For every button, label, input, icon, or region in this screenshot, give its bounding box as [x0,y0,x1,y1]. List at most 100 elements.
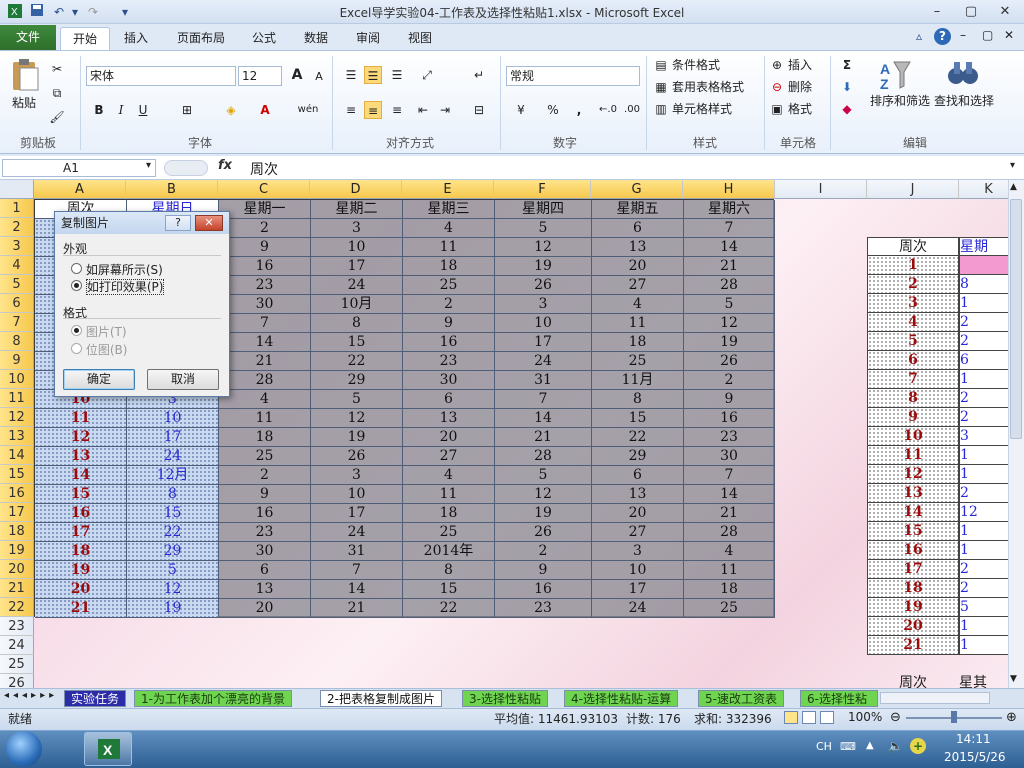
insert-cells-icon[interactable]: ⊕ [768,56,786,74]
conditional-format-icon[interactable]: ▤ [652,56,670,74]
currency-icon[interactable]: ¥ [512,101,530,119]
column-header-i[interactable]: I [775,180,867,199]
tab-page-layout[interactable]: 页面布局 [168,27,234,50]
name-box-dropdown-icon[interactable]: ▾ [146,160,151,171]
radio-as-printed[interactable]: 如打印效果(P) [71,278,165,295]
row-header-4[interactable]: 4 [0,256,34,275]
column-header-g[interactable]: G [591,180,683,199]
shrink-font-icon[interactable]: A [310,68,328,86]
column-header-j[interactable]: J [867,180,959,199]
column-header-k[interactable]: K [959,180,1008,199]
percent-button[interactable]: % [544,101,562,119]
cut-icon[interactable]: ✂ [48,60,66,78]
workbook-restore-icon[interactable]: ▢ [982,28,993,42]
align-top-icon[interactable]: ☰ [342,66,360,84]
align-right-icon[interactable]: ≡ [388,101,406,119]
fill-icon[interactable]: ⬇ [838,78,856,96]
tab-data[interactable]: 数据 [296,27,336,50]
row-header-19[interactable]: 19 [0,541,34,560]
format-cells-button[interactable]: 格式 [788,100,812,118]
row-header-11[interactable]: 11 [0,389,34,408]
paste-icon[interactable] [10,58,40,95]
tab-insert[interactable]: 插入 [116,27,156,50]
format-painter-icon[interactable]: 🖌 [48,108,66,126]
decrease-indent-icon[interactable]: ⇤ [414,101,432,119]
align-middle-icon[interactable]: ☰ [364,66,382,84]
row-header-6[interactable]: 6 [0,294,34,313]
delete-cells-button[interactable]: 删除 [788,78,812,96]
zoom-slider-thumb[interactable] [951,711,957,723]
radio-as-shown-on-screen[interactable]: 如屏幕所示(S) [71,261,163,278]
row-header-16[interactable]: 16 [0,484,34,503]
row-header-5[interactable]: 5 [0,275,34,294]
scroll-up-icon[interactable]: ▲ [1010,182,1017,192]
row-header-1[interactable]: 1 [0,199,34,218]
italic-button[interactable]: I [112,101,130,119]
sheet-tab[interactable]: 6-选择性粘 [800,690,878,707]
row-header-7[interactable]: 7 [0,313,34,332]
find-select-button[interactable]: 查找和选择 [934,92,994,110]
paste-button[interactable]: 粘贴 [12,94,36,112]
copy-icon[interactable]: ⧉ [48,84,66,102]
close-button[interactable]: ✕ [990,2,1020,22]
underline-button[interactable]: U [134,101,152,119]
row-header-21[interactable]: 21 [0,579,34,598]
ribbon-minimize-icon[interactable]: ▵ [916,29,922,43]
volume-icon[interactable]: 🔈 [888,739,903,753]
row-header-8[interactable]: 8 [0,332,34,351]
column-header-h[interactable]: H [683,180,775,199]
sheet-tab[interactable]: 3-选择性粘贴 [462,690,548,707]
row-header-18[interactable]: 18 [0,522,34,541]
sheet-tab-active[interactable]: 2-把表格复制成图片 [320,690,442,707]
dialog-help-button[interactable]: ? [165,215,191,231]
row-header-10[interactable]: 10 [0,370,34,389]
taskbar-excel-button[interactable]: X [84,732,132,766]
tab-file[interactable]: 文件 [0,25,56,50]
row-header-13[interactable]: 13 [0,427,34,446]
help-icon[interactable]: ? [934,28,951,45]
align-bottom-icon[interactable]: ☰ [388,66,406,84]
format-as-table-button[interactable]: 套用表格格式 [672,78,744,96]
increase-decimal-button[interactable]: ←.0 [596,101,620,119]
formula-input[interactable]: 周次 [250,159,278,179]
tab-view[interactable]: 视图 [400,27,440,50]
select-all-corner[interactable] [0,180,34,199]
row-header-26[interactable]: 26 [0,674,34,688]
workbook-minimize-icon[interactable]: – [960,28,966,42]
column-header-a[interactable]: A [34,180,126,199]
decrease-decimal-button[interactable]: .00 [622,101,642,119]
column-header-f[interactable]: F [494,180,591,199]
cancel-button[interactable]: 取消 [147,369,219,390]
grow-font-icon[interactable]: A [288,66,306,84]
wrap-text-icon[interactable]: ↵ [470,66,488,84]
row-header-22[interactable]: 22 [0,598,34,617]
sheet-tab[interactable]: 4-选择性粘贴-运算 [564,690,679,707]
row-header-3[interactable]: 3 [0,237,34,256]
increase-indent-icon[interactable]: ⇥ [436,101,454,119]
cell-styles-button[interactable]: 单元格样式 [672,100,732,118]
workbook-close-icon[interactable]: ✕ [1004,28,1014,42]
name-box[interactable]: A1 [2,159,156,177]
cell-styles-icon[interactable]: ▥ [652,100,670,118]
column-header-d[interactable]: D [310,180,402,199]
tray-app-icon[interactable]: + [910,738,926,754]
insert-cells-button[interactable]: 插入 [788,56,812,74]
fill-color-icon[interactable]: ◈ [222,101,240,119]
maximize-button[interactable]: ▢ [956,2,986,22]
tab-home[interactable]: 开始 [60,27,110,50]
borders-icon[interactable]: ⊞ [178,101,196,119]
tab-formulas[interactable]: 公式 [244,27,284,50]
sheet-tab[interactable]: 实验任务 [64,690,127,707]
sort-filter-icon[interactable]: AZ [878,58,912,92]
zoom-out-icon[interactable]: ⊖ [890,710,901,725]
column-header-c[interactable]: C [218,180,310,199]
row-header-23[interactable]: 23 [0,617,34,636]
normal-view-icon[interactable] [784,711,798,724]
row-header-15[interactable]: 15 [0,465,34,484]
tray-expand-icon[interactable]: ▲ [866,740,874,751]
row-header-12[interactable]: 12 [0,408,34,427]
scroll-down-icon[interactable]: ▼ [1010,674,1017,684]
zoom-in-icon[interactable]: ⊕ [1006,710,1017,725]
delete-cells-icon[interactable]: ⊖ [768,78,786,96]
font-color-icon[interactable]: A [256,101,274,119]
